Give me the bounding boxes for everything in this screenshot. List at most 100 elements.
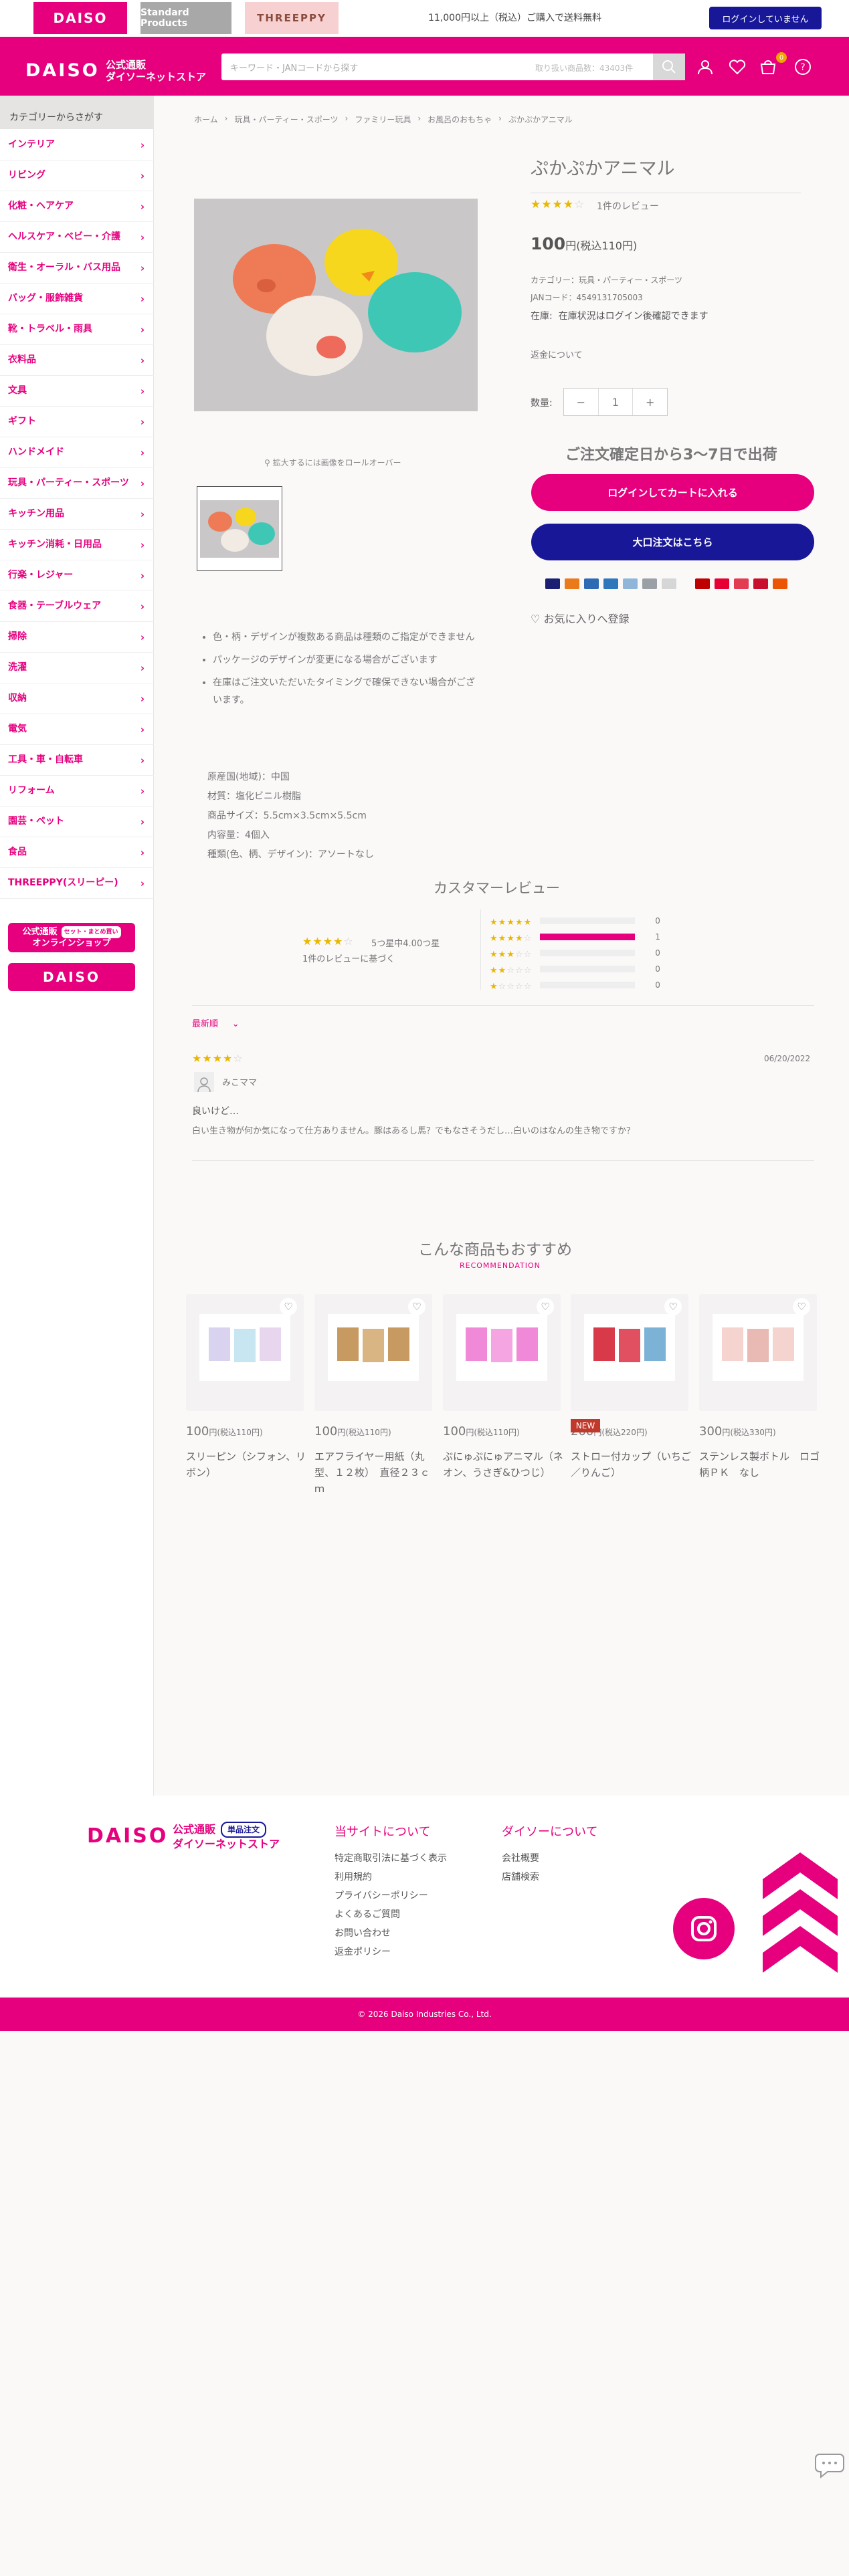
sidebar-item[interactable]: 靴・トラベル・雨具 ›: [0, 314, 154, 345]
footer-link[interactable]: 店舗検索: [502, 1870, 539, 1883]
add-to-cart-button[interactable]: ログインしてカートに入れる: [531, 474, 814, 511]
footer-link[interactable]: よくあるご質問: [335, 1907, 400, 1921]
sidebar-item[interactable]: インテリア ›: [0, 130, 154, 160]
product-main-image[interactable]: [194, 199, 478, 411]
sidebar-item[interactable]: 衛生・オーラル・バス用品 ›: [0, 253, 154, 284]
sidebar-item[interactable]: リフォーム ›: [0, 776, 154, 807]
recommend-name[interactable]: ぷにゅぷにゅアニマル（ネオン、うさぎ&ひつじ）: [443, 1448, 563, 1481]
bulk-order-button[interactable]: 大口注文はこちら: [531, 524, 814, 560]
sidebar-item[interactable]: 収納 ›: [0, 683, 154, 714]
sidebar-item[interactable]: キッチン消耗・日用品 ›: [0, 530, 154, 560]
quantity-input[interactable]: 1: [599, 389, 633, 415]
breadcrumb-link[interactable]: ホーム: [194, 114, 218, 125]
sidebar-item[interactable]: ヘルスケア・ベビー・介護 ›: [0, 222, 154, 253]
recommend-name[interactable]: スリーピン（シフォン、リボン）: [186, 1448, 306, 1481]
sidebar-item[interactable]: ギフト ›: [0, 407, 154, 437]
footer-link[interactable]: お問い合わせ: [335, 1926, 391, 1939]
star-filled-icon: ★: [506, 933, 514, 944]
sidebar-item[interactable]: 衣料品 ›: [0, 345, 154, 376]
sidebar-item-label: 工具・車・自転車: [8, 754, 83, 765]
recommend-image[interactable]: [199, 1314, 290, 1381]
product-notes: 色・柄・デザインが複数ある商品は種類のご指定ができませんパッケージのデザインが変…: [201, 629, 482, 714]
footer-link[interactable]: 特定商取引法に基づく表示: [335, 1851, 447, 1864]
add-to-favorites-link[interactable]: ♡ お気に入りへ登録: [531, 610, 629, 626]
sidebar-item[interactable]: 食器・テーブルウェア ›: [0, 591, 154, 622]
footer-link[interactable]: 返金ポリシー: [335, 1945, 391, 1958]
recommend-card[interactable]: ♡: [443, 1294, 561, 1411]
tab-threeppy[interactable]: THREEPPY: [245, 2, 339, 34]
login-status-button[interactable]: ログインしていません: [709, 7, 822, 29]
breadcrumb-link[interactable]: 玩具・パーティー・スポーツ: [234, 114, 338, 125]
chevron-right-icon: ›: [140, 724, 145, 736]
breadcrumb-link[interactable]: お風呂のおもちゃ: [428, 114, 492, 125]
rating-bar-row[interactable]: ★★★★★ 0: [490, 914, 660, 928]
online-shop-banner[interactable]: 公式通販 セット・まとめ買い オンラインショップ: [8, 923, 135, 952]
favorites-heart-icon[interactable]: [727, 56, 748, 78]
rating-bar-row[interactable]: ★★☆☆☆ 0: [490, 962, 660, 976]
recommend-card[interactable]: ♡: [571, 1294, 688, 1411]
tab-daiso[interactable]: DAISO: [33, 2, 127, 34]
sidebar-item[interactable]: 玩具・パーティー・スポーツ ›: [0, 468, 154, 499]
rating-bar-row[interactable]: ★★★★☆ 1: [490, 930, 660, 944]
star-empty-icon: ☆: [514, 981, 523, 992]
breadcrumb-link[interactable]: ファミリー玩具: [355, 114, 411, 125]
favorite-heart-icon[interactable]: ♡: [664, 1298, 682, 1315]
sidebar-item[interactable]: 園芸・ペット ›: [0, 807, 154, 837]
site-logo[interactable]: DAISO: [25, 60, 100, 81]
tab-standard-products[interactable]: Standard Products: [140, 2, 231, 34]
recommend-card[interactable]: ♡: [699, 1294, 817, 1411]
product-thumbnail[interactable]: [197, 486, 282, 571]
instagram-icon[interactable]: [673, 1898, 735, 1959]
recommend-image[interactable]: [584, 1314, 675, 1381]
sidebar-item[interactable]: THREEPPY(スリーピー) ›: [0, 868, 154, 899]
sidebar-item[interactable]: 掃除 ›: [0, 622, 154, 653]
sidebar-item[interactable]: 化粧・ヘアケア ›: [0, 191, 154, 222]
sidebar-item-label: 玩具・パーティー・スポーツ: [8, 477, 129, 488]
footer-logo[interactable]: DAISO: [87, 1824, 168, 1848]
recommend-image[interactable]: [713, 1314, 804, 1381]
rating-bar-row[interactable]: ★☆☆☆☆ 0: [490, 978, 660, 992]
recommend-card[interactable]: ♡: [186, 1294, 304, 1411]
rating-bar-row[interactable]: ★★★☆☆ 0: [490, 946, 660, 960]
chat-bubble-icon[interactable]: [813, 2448, 845, 2480]
sidebar-item[interactable]: 文具 ›: [0, 376, 154, 407]
sidebar-item[interactable]: 行楽・レジャー ›: [0, 560, 154, 591]
recommend-image[interactable]: [328, 1314, 419, 1381]
favorite-heart-icon[interactable]: ♡: [793, 1298, 810, 1315]
sidebar-item[interactable]: ハンドメイド ›: [0, 437, 154, 468]
review-count-link[interactable]: 1件のレビュー: [597, 199, 659, 213]
recommend-name[interactable]: ストロー付カップ（いちご／りんご）: [571, 1448, 691, 1481]
footer-link[interactable]: 会社概要: [502, 1851, 539, 1864]
recommend-card[interactable]: ♡: [314, 1294, 432, 1411]
sidebar-item[interactable]: 工具・車・自転車 ›: [0, 745, 154, 776]
search-button[interactable]: [653, 53, 685, 80]
footer-link[interactable]: 利用規約: [335, 1870, 372, 1883]
sidebar-item[interactable]: 電気 ›: [0, 714, 154, 745]
favorite-heart-icon[interactable]: ♡: [280, 1298, 297, 1315]
sidebar-item[interactable]: リビング ›: [0, 160, 154, 191]
quantity-decrease-button[interactable]: −: [564, 389, 599, 415]
favorite-heart-icon[interactable]: ♡: [408, 1298, 426, 1315]
footer-link[interactable]: プライバシーポリシー: [335, 1889, 428, 1902]
reviews-title: カスタマーレビュー: [434, 880, 560, 896]
review-sort-select[interactable]: 最新順 ⌄: [192, 1016, 240, 1029]
account-icon[interactable]: [694, 56, 716, 78]
recommend-name[interactable]: エアフライヤー用紙（丸型、１２枚） 直径２３ｃｍ: [314, 1448, 435, 1497]
product-specs: 原産国(地域)：中国 材質：塩化ビニル樹脂 商品サイズ：5.5cm×3.5cm×5.…: [207, 768, 374, 865]
cart-icon[interactable]: [757, 56, 779, 78]
rating-bar-track: [540, 966, 636, 972]
recommend-name[interactable]: ステンレス製ボトル ロゴ柄ＰＫ なし: [699, 1448, 820, 1481]
sidebar-item[interactable]: キッチン用品 ›: [0, 499, 154, 530]
back-to-top-chevrons-icon[interactable]: [763, 1852, 838, 1983]
daiso-banner[interactable]: DAISO: [8, 963, 135, 991]
refund-link[interactable]: 返金について: [531, 348, 583, 360]
favorite-heart-icon[interactable]: ♡: [537, 1298, 554, 1315]
chevron-right-icon: ›: [140, 570, 145, 582]
help-icon[interactable]: ?: [792, 56, 814, 78]
quantity-increase-button[interactable]: +: [632, 389, 667, 415]
spec-line: 種類(色、柄、デザイン)：アソートなし: [207, 849, 374, 860]
recommend-image[interactable]: [456, 1314, 547, 1381]
sidebar-item[interactable]: バッグ・服飾雑貨 ›: [0, 284, 154, 314]
sidebar-item[interactable]: 食品 ›: [0, 837, 154, 868]
sidebar-item[interactable]: 洗濯 ›: [0, 653, 154, 683]
